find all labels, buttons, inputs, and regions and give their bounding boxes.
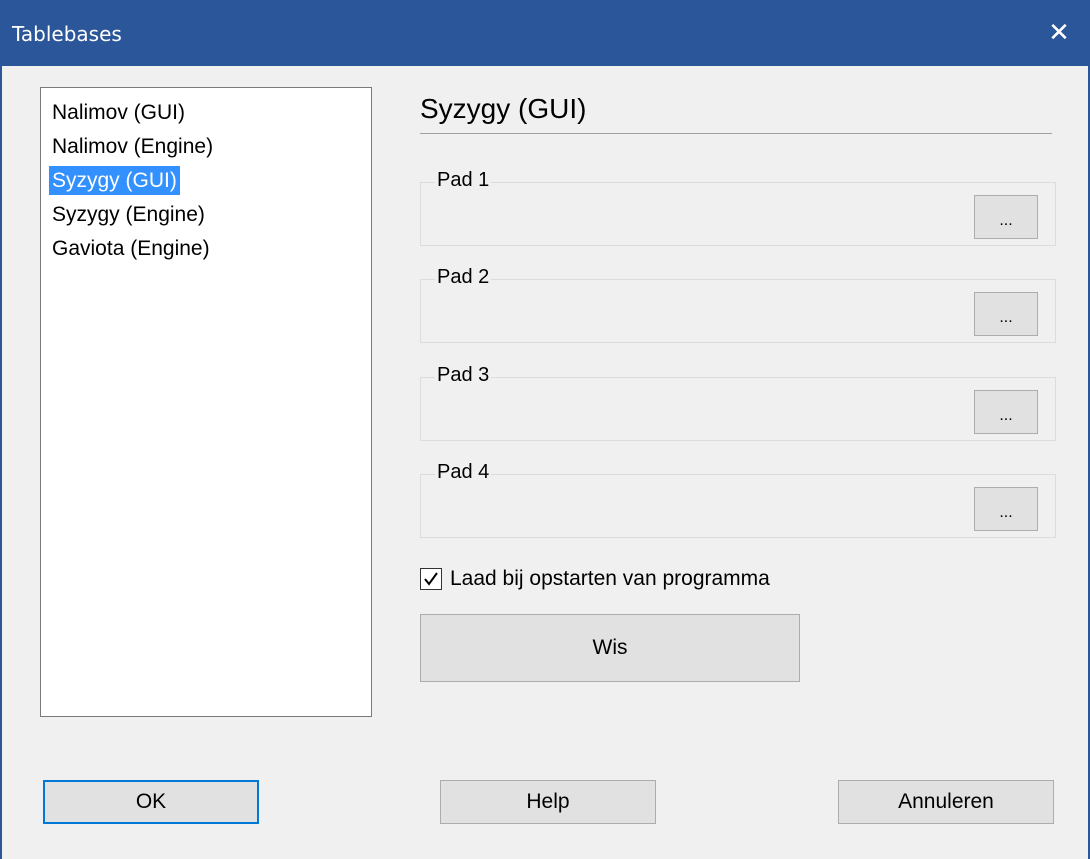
close-icon: ✕ [1048, 18, 1070, 48]
list-item-syzygy-engine[interactable]: Syzygy (Engine) [49, 198, 371, 232]
browse-path-4-button[interactable]: ... [974, 487, 1038, 531]
browse-path-3-button[interactable]: ... [974, 390, 1038, 434]
list-item-gaviota-engine[interactable]: Gaviota (Engine) [49, 232, 371, 266]
path-group-3: Pad 3 ... [420, 364, 1056, 441]
browse-path-2-button[interactable]: ... [974, 292, 1038, 336]
list-item-nalimov-engine[interactable]: Nalimov (Engine) [49, 130, 371, 164]
path-label-3: Pad 3 [435, 364, 492, 387]
path-label-4: Pad 4 [435, 461, 492, 484]
list-item-label: Gaviota (Engine) [52, 237, 210, 260]
window-title: Tablebases [12, 22, 122, 46]
tablebases-dialog: Tablebases ✕ Nalimov (GUI) Nalimov (Engi… [0, 0, 1090, 859]
close-button[interactable]: ✕ [1026, 0, 1090, 66]
path-group-1: Pad 1 ... [420, 169, 1056, 246]
path-label-2: Pad 2 [435, 266, 492, 289]
path-group-2: Pad 2 ... [420, 266, 1056, 343]
panel-heading: Syzygy (GUI) [420, 88, 1052, 134]
help-button[interactable]: Help [440, 780, 656, 824]
tablebase-type-list[interactable]: Nalimov (GUI) Nalimov (Engine) Syzygy (G… [40, 87, 372, 717]
ok-button[interactable]: OK [43, 780, 259, 824]
load-on-startup-option[interactable]: Laad bij opstarten van programma [420, 562, 1056, 596]
checkmark-icon [424, 572, 438, 586]
cancel-button[interactable]: Annuleren [838, 780, 1054, 824]
list-item-syzygy-gui[interactable]: Syzygy (GUI) [49, 164, 371, 198]
load-on-startup-label: Laad bij opstarten van programma [450, 567, 770, 590]
list-item-label: Nalimov (Engine) [52, 135, 214, 158]
path-group-4: Pad 4 ... [420, 461, 1056, 538]
path-label-1: Pad 1 [435, 169, 492, 192]
load-on-startup-checkbox[interactable] [420, 568, 442, 590]
title-bar: Tablebases ✕ [2, 0, 1090, 66]
list-item-label: Nalimov (GUI) [52, 101, 186, 124]
clear-button[interactable]: Wis [420, 614, 800, 682]
list-item-nalimov-gui[interactable]: Nalimov (GUI) [49, 96, 371, 130]
browse-path-1-button[interactable]: ... [974, 195, 1038, 239]
list-item-label: Syzygy (GUI) [49, 166, 180, 195]
list-item-label: Syzygy (Engine) [52, 203, 205, 226]
